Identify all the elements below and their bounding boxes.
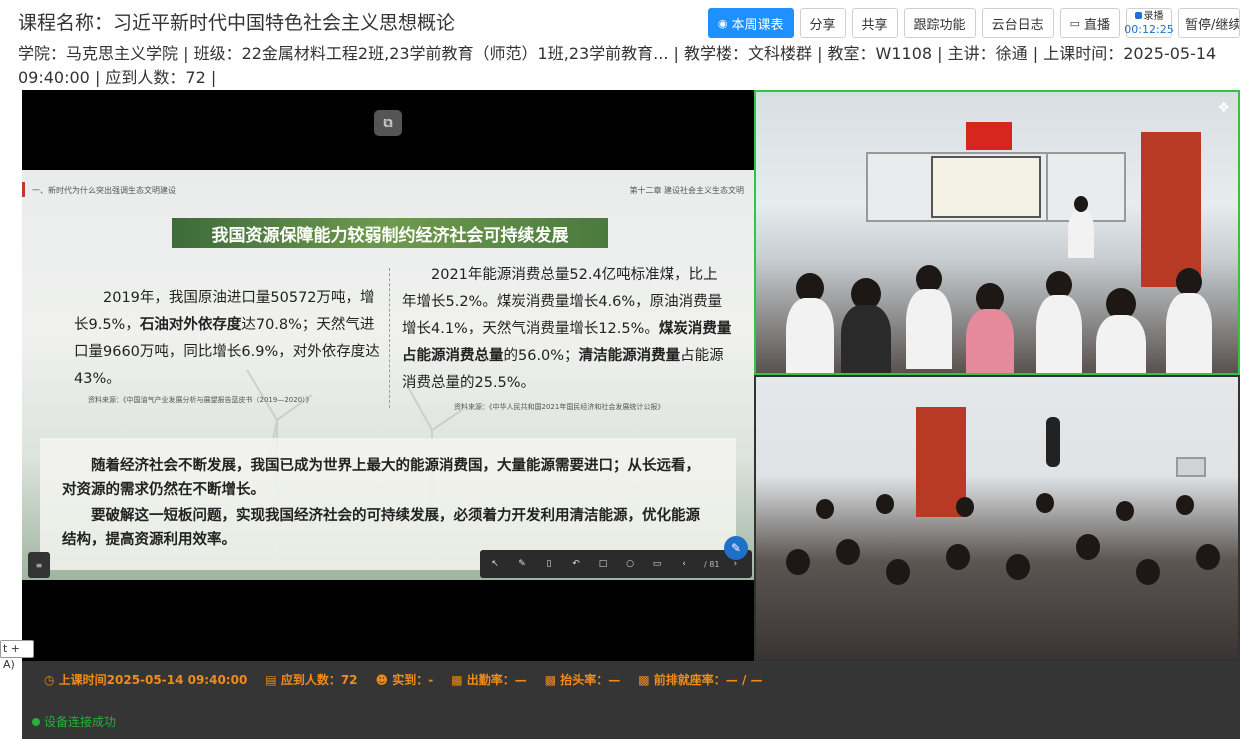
head-up-text: 抬头率：—	[560, 673, 621, 687]
teacher-head	[1074, 196, 1088, 212]
connection-status: 设备连接成功	[32, 713, 116, 730]
expected-count-status: ▤ 应到人数：72	[265, 671, 357, 688]
main-video-panel[interactable]: ⧉ 一、新时代为什么突出强调生态文明建设 第十二章 建设社会主义生态文明 我国资…	[22, 90, 754, 661]
expected-count-text: 应到人数：72	[280, 673, 358, 687]
week-schedule-label: 本周课表	[731, 17, 784, 33]
summary-paragraph-2: 要破解这一短板问题，实现我国经济社会的可持续发展，必须着力开发利用清洁能源，优化…	[62, 508, 700, 548]
microphone	[1046, 417, 1060, 467]
right-source: 资料来源：《中华人民共和国2021年国民经济和社会发展统计公报》	[454, 403, 665, 411]
bar-chart-icon: ▩	[451, 673, 467, 687]
record-icon	[1134, 12, 1142, 19]
eraser-icon[interactable]: ▯	[538, 559, 560, 569]
class-time-status: ◷ 上课时间2025-05-14 09:40:00	[44, 671, 247, 688]
eye-icon: ◉	[717, 16, 728, 30]
week-schedule-button[interactable]: ◉ 本周课表	[707, 8, 794, 38]
actual-count-text: 实到：-	[392, 673, 434, 687]
pointer-icon[interactable]: ↖	[484, 559, 506, 569]
next-page-icon[interactable]: ›	[724, 559, 746, 569]
record-text: 录播	[1143, 11, 1164, 22]
status-items: ◷ 上课时间2025-05-14 09:40:00 ▤ 应到人数：72 ☻ 实到…	[44, 671, 763, 688]
record-button[interactable]: 录播 00:12:25	[1124, 8, 1174, 38]
circle-icon[interactable]: ○	[619, 559, 641, 569]
share-button[interactable]: 分享	[799, 8, 846, 38]
slide-menu-icon[interactable]: ≡	[28, 552, 50, 578]
classroom-camera-view[interactable]	[754, 375, 1240, 661]
connection-text: 设备连接成功	[44, 715, 117, 729]
pen-icon[interactable]: ✎	[511, 559, 533, 569]
course-title: 课程名称：习近平新时代中国特色社会主义思想概论	[18, 12, 456, 34]
right-text-bold2: 清洁能源消费量	[578, 348, 681, 364]
monitor-icon: ▭	[1069, 16, 1080, 30]
exit-fullscreen-icon[interactable]: ⧉	[374, 110, 402, 136]
left-text-bold: 石油对外依存度	[139, 317, 242, 333]
slide-right-paragraph: 2021年能源消费总量52.4亿吨标准煤，比上年增长5.2%。煤炭消费量增长4.…	[402, 262, 732, 397]
shortcut-tooltip: t + A)	[0, 640, 34, 671]
slide-section: 一、新时代为什么突出强调生态文明建设	[22, 182, 176, 197]
classroom-monitor-page: 课程名称：习近平新时代中国特色社会主义思想概论 ◉ 本周课表 分享 共享 跟踪功…	[0, 0, 1240, 739]
teacher-camera-view[interactable]: ❖	[754, 90, 1240, 375]
bar-chart-icon: ▩	[638, 673, 654, 687]
course-info: 学院：马克思主义学院 | 班级：22金属材料工程2班,23学前教育（师范）1班,…	[18, 44, 1217, 87]
cloud-log-button[interactable]: 云台日志	[981, 8, 1054, 38]
slide-toolbar: ↖ ✎ ▯ ↶ □ ○ ▭ ‹ / 81 ›	[480, 550, 752, 578]
column-divider	[389, 268, 390, 408]
live-label: 直播	[1083, 17, 1110, 33]
record-timer: 00:12:25	[1124, 23, 1174, 36]
left-source: 资料来源：《中国油气产业发展分析与展望报告蓝皮书（2019—2020）》	[88, 396, 313, 404]
actual-count-status: ☻ 实到：-	[376, 671, 434, 688]
flag	[966, 122, 1012, 150]
class-time-text: 上课时间2025-05-14 09:40:00	[58, 673, 248, 687]
pause-resume-button[interactable]: 暂停/继续	[1178, 8, 1240, 38]
prev-page-icon[interactable]: ‹	[673, 559, 695, 569]
front-row-text: 前排就座率：— / —	[653, 673, 763, 687]
students-front	[756, 243, 1238, 373]
screen-icon[interactable]: ▭	[646, 559, 668, 569]
slide-chapter: 第十二章 建设社会主义生态文明	[629, 186, 744, 195]
track-button[interactable]: 跟踪功能	[903, 8, 976, 38]
projector-screen	[931, 156, 1041, 218]
front-row-status: ▩ 前排就座率：— / —	[638, 671, 762, 688]
user-icon: ☻	[375, 673, 393, 687]
students-rear	[756, 489, 1238, 659]
top-toolbar: ◉ 本周课表 分享 共享 跟踪功能 云台日志 ▭ 直播 录播 00:12:25 …	[707, 8, 1240, 38]
summary-paragraph-1: 随着经济社会不断发展，我国已成为世界上最大的能源消费国，大量能源需要进口；从长远…	[62, 458, 700, 498]
blackboard-icon[interactable]: □	[592, 559, 614, 569]
live-button[interactable]: ▭ 直播	[1059, 8, 1120, 38]
calendar-icon: ▤	[265, 673, 281, 687]
status-bar: ◷ 上课时间2025-05-14 09:40:00 ▤ 应到人数：72 ☻ 实到…	[22, 661, 1240, 739]
air-conditioner	[1176, 457, 1206, 477]
clock-icon: ◷	[44, 673, 59, 687]
status-dot-icon	[32, 717, 40, 726]
pin-icon[interactable]: ❖	[1217, 100, 1230, 116]
head-up-status: ▩ 抬头率：—	[545, 671, 621, 688]
bar-chart-icon: ▩	[544, 673, 561, 687]
slide-banner: 我国资源保障能力较弱制约经济社会可持续发展	[172, 218, 608, 248]
slide-left-paragraph: 2019年，我国原油进口量50572万吨，增长9.5%，石油对外依存度达70.8…	[74, 285, 384, 393]
attendance-status: ▩ 出勤率：—	[451, 671, 527, 688]
record-label: 录播	[1134, 10, 1164, 23]
right-text-b: 的56.0%；	[503, 348, 579, 364]
slide-view: 一、新时代为什么突出强调生态文明建设 第十二章 建设社会主义生态文明 我国资源保…	[22, 170, 754, 580]
annotate-icon[interactable]: ✎	[724, 536, 748, 560]
cowork-button[interactable]: 共享	[851, 8, 898, 38]
undo-icon[interactable]: ↶	[565, 559, 587, 569]
attendance-text: 出勤率：—	[466, 673, 527, 687]
page-indicator: / 81	[704, 559, 720, 569]
